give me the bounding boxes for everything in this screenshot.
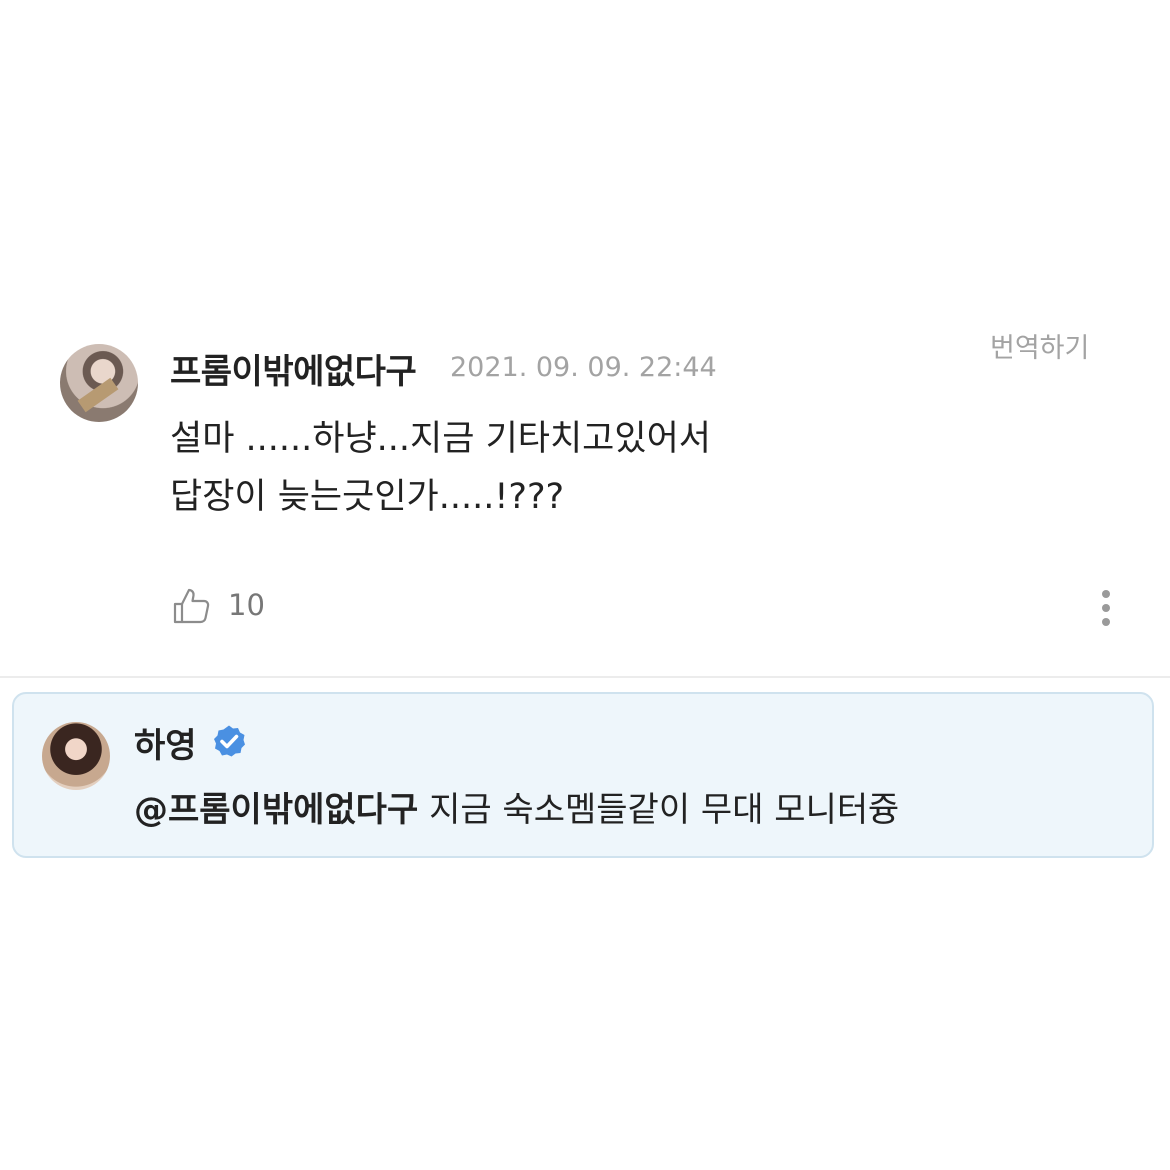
reply-avatar[interactable] [42,722,110,790]
divider [0,676,1170,678]
like-count: 10 [228,588,265,622]
comment-text: 설마 ......하냥...지금 기타치고있어서 답장이 늦는긋인가.....!… [170,410,711,526]
reply-text: @프롬이밖에없다구 지금 숙소멤들같이 무대 모니터즁 [134,782,899,831]
more-vertical-icon-dot [1102,618,1110,626]
comment-timestamp: 2021. 09. 09. 22:44 [450,352,717,383]
comment-text-line: 답장이 늦는긋인가.....!??? [170,477,565,517]
reply-message: 지금 숙소멤들같이 무대 모니터즁 [429,790,900,830]
reply-card: 하영 @프롬이밖에없다구 지금 숙소멤들같이 무대 모니터즁 [12,692,1154,858]
more-vertical-icon-dot [1102,604,1110,612]
more-vertical-icon [1102,590,1110,598]
comment-item: 프롬이밖에없다구 2021. 09. 09. 22:44 번역하기 설마 ...… [0,0,1170,676]
like-button[interactable] [170,584,214,628]
comment-username[interactable]: 프롬이밖에없다구 [170,344,417,393]
translate-button[interactable]: 번역하기 [990,326,1089,365]
reply-mention-link[interactable]: @프롬이밖에없다구 [134,790,418,830]
comment-text-line: 설마 ......하냥...지금 기타치고있어서 [170,419,711,459]
reply-username[interactable]: 하영 [134,718,197,767]
verified-badge-icon [214,725,245,757]
avatar[interactable] [60,344,138,422]
thumbs-up-icon [173,588,210,624]
avatar-photo-detail [77,377,119,413]
more-options-button[interactable] [1092,586,1120,630]
